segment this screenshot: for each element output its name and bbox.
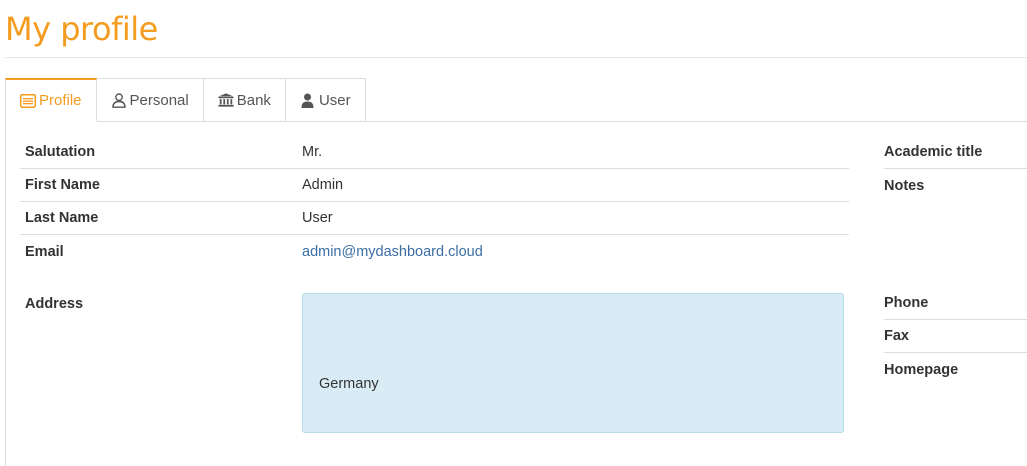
first-name-label: First Name bbox=[25, 177, 100, 193]
academic-title-row: Academic title bbox=[884, 136, 1027, 169]
address-label: Address bbox=[25, 295, 84, 312]
first-name-value: Admin bbox=[302, 177, 344, 193]
salutation-label: Salutation bbox=[25, 144, 96, 160]
id-card-icon bbox=[20, 93, 36, 109]
page-title: My profile bbox=[5, 10, 158, 48]
tab-personal-label: Personal bbox=[129, 91, 189, 109]
email-row: Email admin@mydashboard.cloud bbox=[20, 235, 849, 268]
tab-divider bbox=[98, 121, 1027, 122]
tab-profile[interactable]: Profile bbox=[5, 78, 97, 122]
notes-label: Notes bbox=[884, 177, 925, 194]
fax-label: Fax bbox=[884, 328, 909, 344]
address-row: Address bbox=[20, 287, 280, 320]
tab-bank-label: Bank bbox=[236, 91, 271, 109]
last-name-row: Last Name User bbox=[20, 202, 849, 235]
notes-row: Notes bbox=[884, 169, 1027, 202]
last-name-label: Last Name bbox=[25, 210, 99, 226]
tab-profile-label: Profile bbox=[39, 92, 82, 109]
tab-personal[interactable]: Personal bbox=[96, 78, 204, 122]
first-name-row: First Name Admin bbox=[20, 169, 849, 202]
profile-tabs: Profile Personal Bank User bbox=[5, 78, 366, 122]
address-box: Germany bbox=[302, 293, 844, 433]
tab-user-label: User bbox=[318, 91, 351, 109]
address-country: Germany bbox=[319, 376, 379, 392]
homepage-row: Homepage bbox=[884, 353, 1027, 386]
tab-bank[interactable]: Bank bbox=[203, 78, 286, 122]
fax-row: Fax bbox=[884, 320, 1027, 353]
salutation-row: Salutation Mr. bbox=[20, 136, 849, 169]
salutation-value: Mr. bbox=[302, 144, 323, 160]
title-divider bbox=[5, 57, 1027, 58]
tab-user[interactable]: User bbox=[285, 78, 366, 122]
phone-row: Phone bbox=[884, 287, 1027, 320]
email-label: Email bbox=[25, 243, 64, 260]
homepage-label: Homepage bbox=[884, 361, 959, 378]
last-name-value: User bbox=[302, 210, 333, 226]
email-link[interactable]: admin@mydashboard.cloud bbox=[302, 244, 483, 260]
bank-icon bbox=[218, 92, 234, 108]
panel-border bbox=[5, 121, 6, 466]
academic-title-label: Academic title bbox=[884, 144, 983, 160]
user-icon bbox=[300, 92, 316, 108]
phone-label: Phone bbox=[884, 295, 929, 311]
user-outline-icon bbox=[111, 92, 127, 108]
